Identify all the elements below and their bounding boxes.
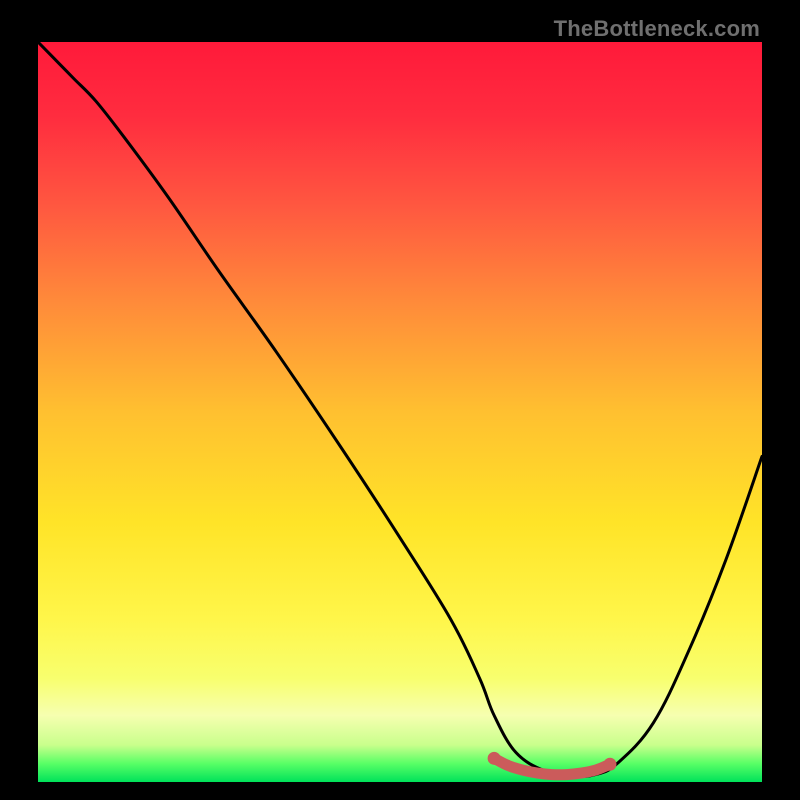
- optimal-region-endpoint: [488, 752, 501, 765]
- watermark-label: TheBottleneck.com: [554, 16, 760, 42]
- optimal-region-endpoint: [603, 758, 616, 771]
- chart-svg: [38, 42, 762, 782]
- chart-plot: [38, 42, 762, 782]
- gradient-background: [38, 42, 762, 782]
- chart-frame: TheBottleneck.com: [38, 18, 762, 782]
